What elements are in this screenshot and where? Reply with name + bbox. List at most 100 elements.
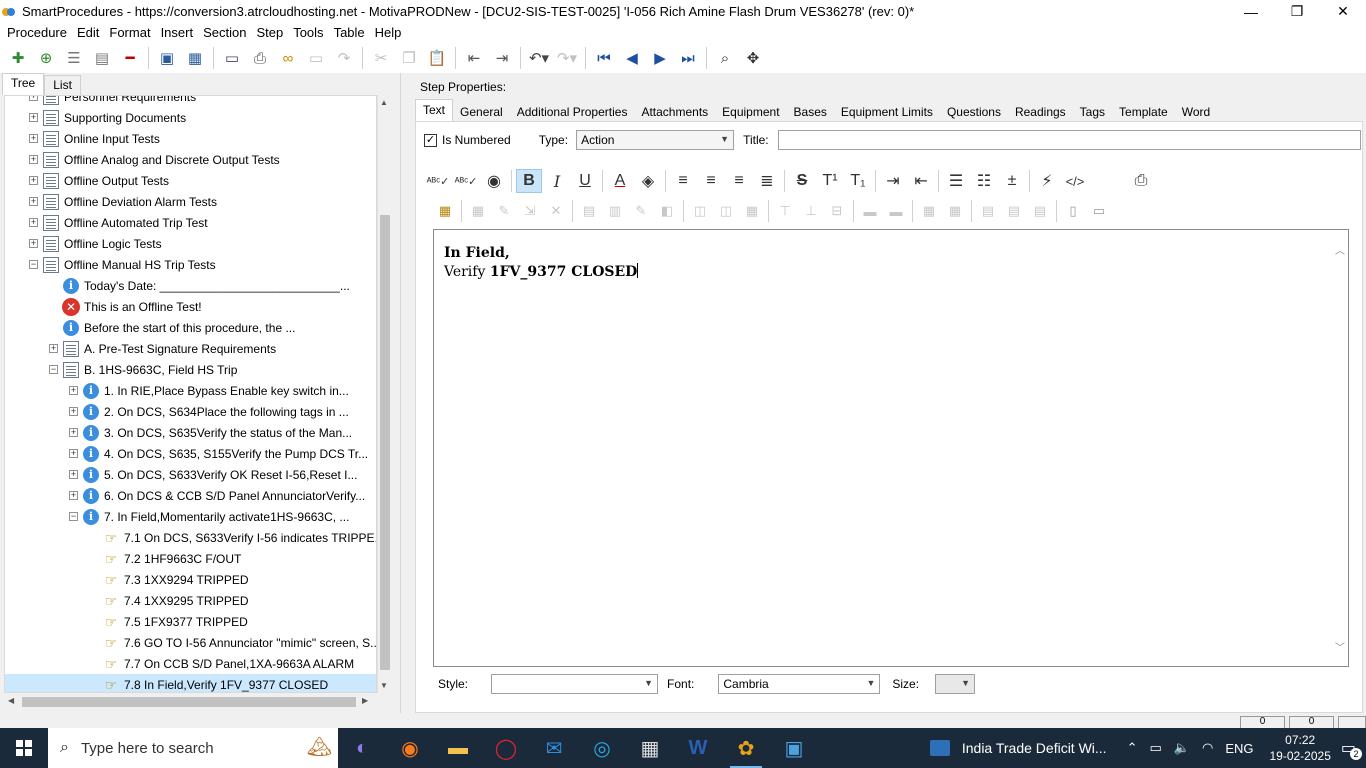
expand-icon[interactable]: +	[29, 218, 38, 227]
page-icon[interactable]: ▭	[305, 47, 327, 69]
table-props-icon[interactable]: ▤	[577, 200, 601, 222]
edge-icon[interactable]: ◎	[578, 728, 626, 768]
align-middle-icon[interactable]: ▤	[1002, 200, 1026, 222]
tree-item[interactable]: − i 7. In Field,Momentarily activate1HS-96…	[5, 506, 376, 527]
table-clear-icon[interactable]: ✕	[544, 200, 568, 222]
scroll-thumb[interactable]	[380, 215, 390, 670]
align-left-icon[interactable]: ≡	[670, 169, 696, 193]
expand-icon[interactable]: +	[69, 386, 78, 395]
print-icon[interactable]: ⎙	[249, 47, 271, 69]
tab-general[interactable]: General	[453, 101, 510, 121]
tree-horizontal-scrollbar[interactable]: ◀ ▶	[4, 693, 377, 711]
tab-tree[interactable]: Tree	[2, 73, 45, 95]
tree-item[interactable]: + i 2. On DCS, S634Place the following tag…	[5, 401, 376, 422]
add-child-icon[interactable]: ⊕	[35, 47, 57, 69]
clock[interactable]: 07:22 19-02-2025	[1269, 732, 1330, 764]
step-text-editor[interactable]: In Field, Verify 1FV_9377 CLOSED ︿ ﹀	[433, 229, 1349, 667]
strikethrough-icon[interactable]: S	[789, 169, 815, 193]
expand-icon[interactable]: +	[69, 449, 78, 458]
tab-tags[interactable]: Tags	[1073, 101, 1112, 121]
tab-attachments[interactable]: Attachments	[634, 101, 715, 121]
tree-item[interactable]: + Offline Logic Tests	[5, 233, 376, 254]
chevron-up-icon[interactable]: ⌃	[1127, 740, 1138, 756]
taskbar-search[interactable]: ⌕ Type here to search 🏔	[48, 728, 338, 768]
tree-item[interactable]: + i 3. On DCS, S635Verify the status of th…	[5, 422, 376, 443]
first-icon[interactable]: ⏮	[593, 47, 615, 69]
open-icon[interactable]: ▣	[156, 47, 178, 69]
close-button[interactable]: ✕	[1320, 0, 1366, 23]
menu-step[interactable]: Step	[251, 23, 288, 43]
minimize-button[interactable]: —	[1228, 0, 1274, 23]
style-select[interactable]: ▼	[491, 674, 659, 694]
opera-icon[interactable]: ◯	[482, 728, 530, 768]
copy-icon[interactable]: ❐	[398, 47, 420, 69]
language-indicator[interactable]: ENG	[1225, 741, 1253, 756]
tree-item[interactable]: ☞ 7.7 On CCB S/D Panel,1XA-9663A ALARM	[5, 653, 376, 674]
tree-item[interactable]: + Offline Deviation Alarm Tests	[5, 191, 376, 212]
outdent-icon[interactable]: ⇤	[463, 47, 485, 69]
tree-item[interactable]: + i 5. On DCS, S633Verify OK Reset I-56,Re…	[5, 464, 376, 485]
smartprocedures-taskbar-icon[interactable]: ✿	[722, 728, 770, 768]
align-bottom-icon[interactable]: ▤	[1028, 200, 1052, 222]
monitor-icon[interactable]: ▭	[221, 47, 243, 69]
tab-word[interactable]: Word	[1175, 101, 1217, 121]
collapse-icon[interactable]: −	[69, 512, 78, 521]
delete-col-icon[interactable]: ▦	[740, 200, 764, 222]
split-cells-icon[interactable]: ▬	[884, 200, 908, 222]
maximize-button[interactable]: ❐	[1274, 0, 1320, 23]
cut-icon[interactable]: ✂	[370, 47, 392, 69]
insert-col-right-icon[interactable]: ◫	[714, 200, 738, 222]
remote-desktop-icon[interactable]: ▣	[770, 728, 818, 768]
collapse-icon[interactable]: −	[29, 260, 38, 269]
scroll-thumb[interactable]	[22, 697, 356, 707]
bullet-list-icon[interactable]: ☰	[943, 169, 969, 193]
tree-item[interactable]: − B. 1HS-9663C, Field HS Trip	[5, 359, 376, 380]
redo-icon[interactable]: ↷▾	[556, 47, 578, 69]
expand-icon[interactable]: +	[29, 113, 38, 122]
magic-wand-icon[interactable]: ⚡	[1034, 169, 1060, 193]
save-icon[interactable]: ▦	[184, 47, 206, 69]
expand-icon[interactable]: +	[29, 239, 38, 248]
calculator-icon[interactable]: ▦	[626, 728, 674, 768]
cell-fill-icon[interactable]: ◧	[655, 200, 679, 222]
expand-icon[interactable]: +	[29, 176, 38, 185]
undo-icon[interactable]: ↶▾	[528, 47, 550, 69]
tab-additional-properties[interactable]: Additional Properties	[510, 101, 635, 121]
tab-readings[interactable]: Readings	[1008, 101, 1073, 121]
copilot-icon[interactable]: ◐	[338, 728, 386, 768]
italic-icon[interactable]: I	[544, 169, 570, 193]
tree-item[interactable]: ☞ 7.2 1HF9663C F/OUT	[5, 548, 376, 569]
expand-icon[interactable]: +	[29, 134, 38, 143]
align-top-icon[interactable]: ▤	[976, 200, 1000, 222]
next-icon[interactable]: ▶	[649, 47, 671, 69]
menu-format[interactable]: Format	[104, 23, 155, 43]
tree-item[interactable]: i Before the start of this procedure, the…	[5, 317, 376, 338]
font-color-icon[interactable]: A	[607, 169, 633, 193]
increase-indent-icon[interactable]: ⇥	[880, 169, 906, 193]
list-detail-icon[interactable]: ▤	[91, 47, 113, 69]
tree-item[interactable]: ✕ This is an Offline Test!	[5, 296, 376, 317]
title-input[interactable]	[777, 130, 1361, 150]
horizontal-line-icon[interactable]: ±	[999, 169, 1025, 193]
redo-page-icon[interactable]: ↷	[333, 47, 355, 69]
column-width-icon[interactable]: ▯	[1061, 200, 1085, 222]
insert-row-below-icon[interactable]: ⊥	[799, 200, 823, 222]
cell-edit-icon[interactable]: ✎	[629, 200, 653, 222]
tree-item[interactable]: + Personnel Requirements	[5, 96, 376, 107]
expand-icon[interactable]: +	[49, 344, 58, 353]
align-right-icon[interactable]: ≡	[726, 169, 752, 193]
expand-icon[interactable]: +	[29, 96, 38, 101]
expand-icon[interactable]: +	[69, 407, 78, 416]
network-device-icon[interactable]: ▭	[1149, 740, 1161, 756]
merge-cells-icon[interactable]: ▬	[858, 200, 882, 222]
mail-icon[interactable]: ✉	[530, 728, 578, 768]
scroll-left-icon[interactable]: ◀	[8, 696, 14, 705]
fill-color-icon[interactable]: ◈	[635, 169, 661, 193]
bold-icon[interactable]: B	[516, 169, 542, 193]
html-source-icon[interactable]: </>	[1062, 169, 1088, 193]
remove-icon[interactable]: ━	[119, 47, 141, 69]
tree-item[interactable]: ☞ 7.3 1XX9294 TRIPPED	[5, 569, 376, 590]
move-icon[interactable]: ✥	[742, 47, 764, 69]
insert-col-left-icon[interactable]: ◫	[688, 200, 712, 222]
previous-icon[interactable]: ◀	[621, 47, 643, 69]
